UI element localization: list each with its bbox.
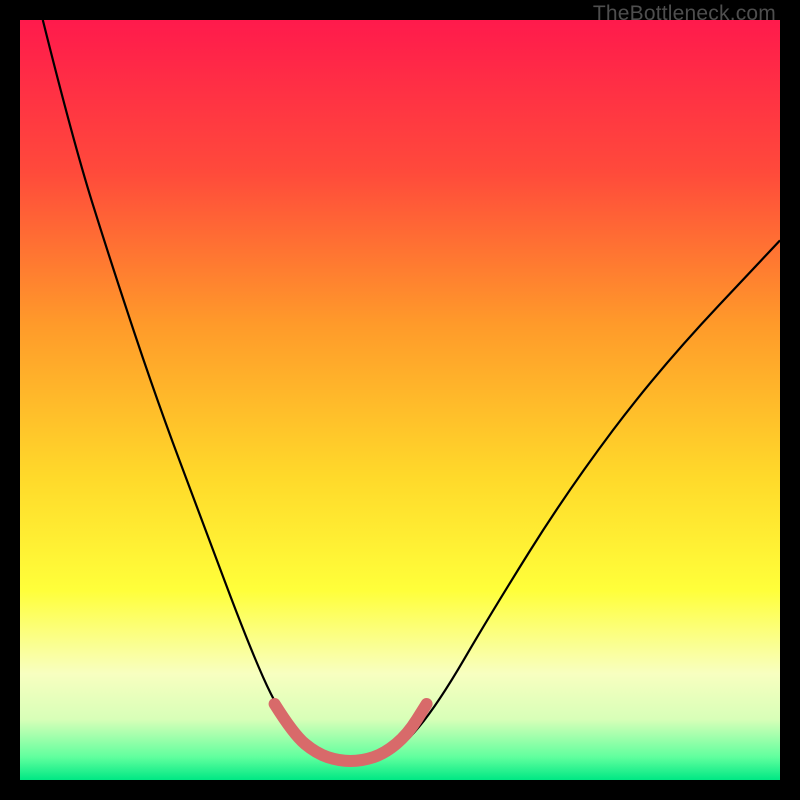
chart-svg xyxy=(20,20,780,780)
watermark-text: TheBottleneck.com xyxy=(593,2,776,26)
chart-frame xyxy=(20,20,780,780)
gradient-background xyxy=(20,20,780,780)
